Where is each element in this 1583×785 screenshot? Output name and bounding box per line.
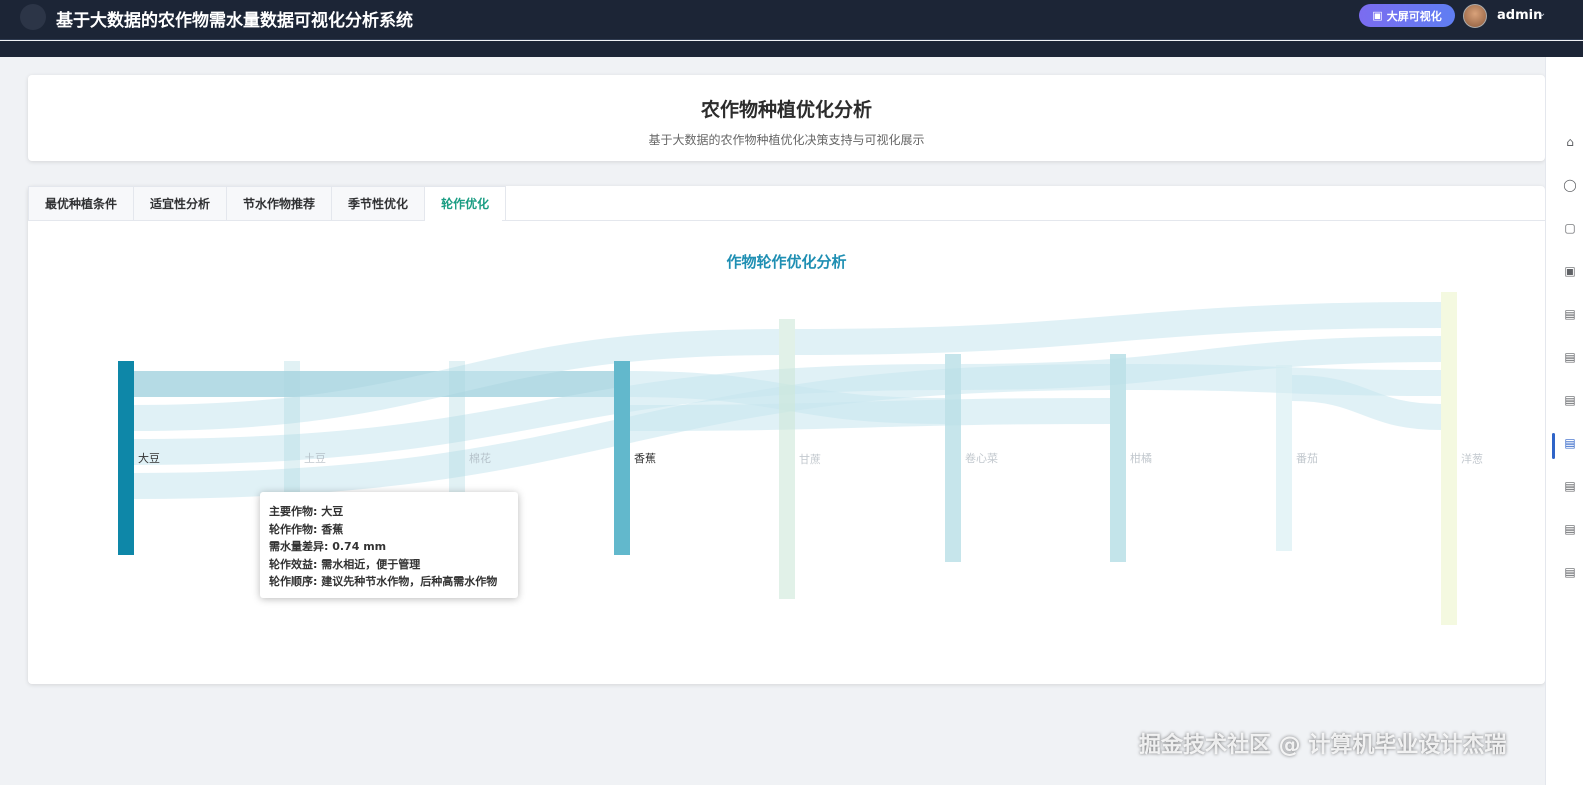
sankey-node[interactable] bbox=[1441, 292, 1457, 625]
sankey-node-label: 土豆 bbox=[304, 452, 326, 465]
tooltip-line-order: 轮作顺序: 建议先种节水作物，后种高需水作物 bbox=[269, 575, 498, 588]
sankey-node-label: 柑橘 bbox=[1130, 451, 1152, 465]
page-header-card: 农作物种植优化分析 基于大数据的农作物种植优化决策支持与可视化展示 bbox=[28, 75, 1545, 161]
chevron-down-icon[interactable]: ⌄ bbox=[1538, 8, 1546, 19]
sankey-link[interactable] bbox=[629, 398, 1111, 431]
chart-tooltip: 主要作物: 大豆 轮作作物: 香蕉 需水量差异: 0.74 mm 轮作效益: 需… bbox=[260, 492, 518, 598]
logo-icon bbox=[20, 4, 46, 30]
rail-active-indicator bbox=[1552, 433, 1555, 459]
sankey-node[interactable] bbox=[1110, 354, 1126, 562]
tooltip-line-benefit: 轮作效益: 需水相近，便于管理 bbox=[269, 557, 421, 571]
sankey-node[interactable] bbox=[118, 361, 134, 555]
sankey-node-label: 番茄 bbox=[1296, 451, 1318, 465]
tooltip-line-water-diff: 需水量差异: 0.74 mm bbox=[269, 540, 387, 553]
right-side-rail: ⌂ ◯ ▢ ▣ ▤ ▤ ▤ ▤ ▤ ▤ ▤ bbox=[1545, 57, 1583, 785]
page-subtitle: 基于大数据的农作物种植优化决策支持与可视化展示 bbox=[648, 133, 925, 147]
document-icon[interactable]: ▤ bbox=[1563, 565, 1577, 579]
user-icon[interactable]: ◯ bbox=[1563, 178, 1577, 192]
document-icon[interactable]: ▤ bbox=[1563, 436, 1577, 450]
sankey-node-label: 香蕉 bbox=[634, 452, 656, 465]
main-content: 农作物种植优化分析 基于大数据的农作物种植优化决策支持与可视化展示 最优种植条件… bbox=[11, 57, 1545, 785]
bigscreen-button[interactable]: ▣ 大屏可视化 bbox=[1359, 4, 1455, 27]
sankey-node-label: 洋葱 bbox=[1461, 452, 1483, 466]
nav-band bbox=[0, 41, 1583, 57]
monitor-icon: ▣ bbox=[1372, 9, 1383, 22]
lock-icon[interactable]: ▢ bbox=[1563, 221, 1577, 235]
app-title: 基于大数据的农作物需水量数据可视化分析系统 bbox=[56, 11, 413, 31]
sankey-node[interactable] bbox=[1276, 365, 1292, 551]
page-title: 农作物种植优化分析 bbox=[700, 99, 872, 121]
user-name[interactable]: admin bbox=[1497, 8, 1542, 23]
sankey-node[interactable] bbox=[945, 354, 961, 562]
document-icon[interactable]: ▤ bbox=[1563, 307, 1577, 321]
sankey-node-label: 棉花 bbox=[469, 451, 491, 465]
home-icon[interactable]: ⌂ bbox=[1563, 135, 1577, 149]
tooltip-line-rotation-crop: 轮作作物: 香蕉 bbox=[269, 522, 344, 536]
tooltip-line-main-crop: 主要作物: 大豆 bbox=[269, 505, 344, 518]
document-icon[interactable]: ▤ bbox=[1563, 350, 1577, 364]
sankey-chart[interactable]: 大豆 土豆 棉花 香蕉 甘蔗 卷心菜 柑橘 番茄 洋葱 bbox=[28, 186, 1545, 684]
analysis-card: 最优种植条件 适宜性分析 节水作物推荐 季节性优化 轮作优化 作物轮作优化分析 … bbox=[28, 186, 1545, 684]
document-icon[interactable]: ▤ bbox=[1563, 522, 1577, 536]
document-icon[interactable]: ▤ bbox=[1563, 479, 1577, 493]
top-navbar: 基于大数据的农作物需水量数据可视化分析系统 ▣ 大屏可视化 admin ⌄ bbox=[0, 0, 1583, 40]
sankey-node-label: 卷心菜 bbox=[965, 451, 998, 465]
document-icon[interactable]: ▤ bbox=[1563, 393, 1577, 407]
watermark: 掘金技术社区 @ 计算机毕业设计杰瑞 bbox=[1139, 733, 1507, 758]
sankey-node[interactable] bbox=[614, 361, 630, 555]
sankey-node[interactable] bbox=[779, 319, 795, 599]
sankey-node-label: 大豆 bbox=[138, 451, 160, 465]
avatar[interactable] bbox=[1463, 4, 1487, 28]
bigscreen-button-label: 大屏可视化 bbox=[1386, 9, 1442, 23]
cart-icon[interactable]: ▣ bbox=[1563, 264, 1577, 278]
sankey-node-label: 甘蔗 bbox=[799, 453, 821, 466]
